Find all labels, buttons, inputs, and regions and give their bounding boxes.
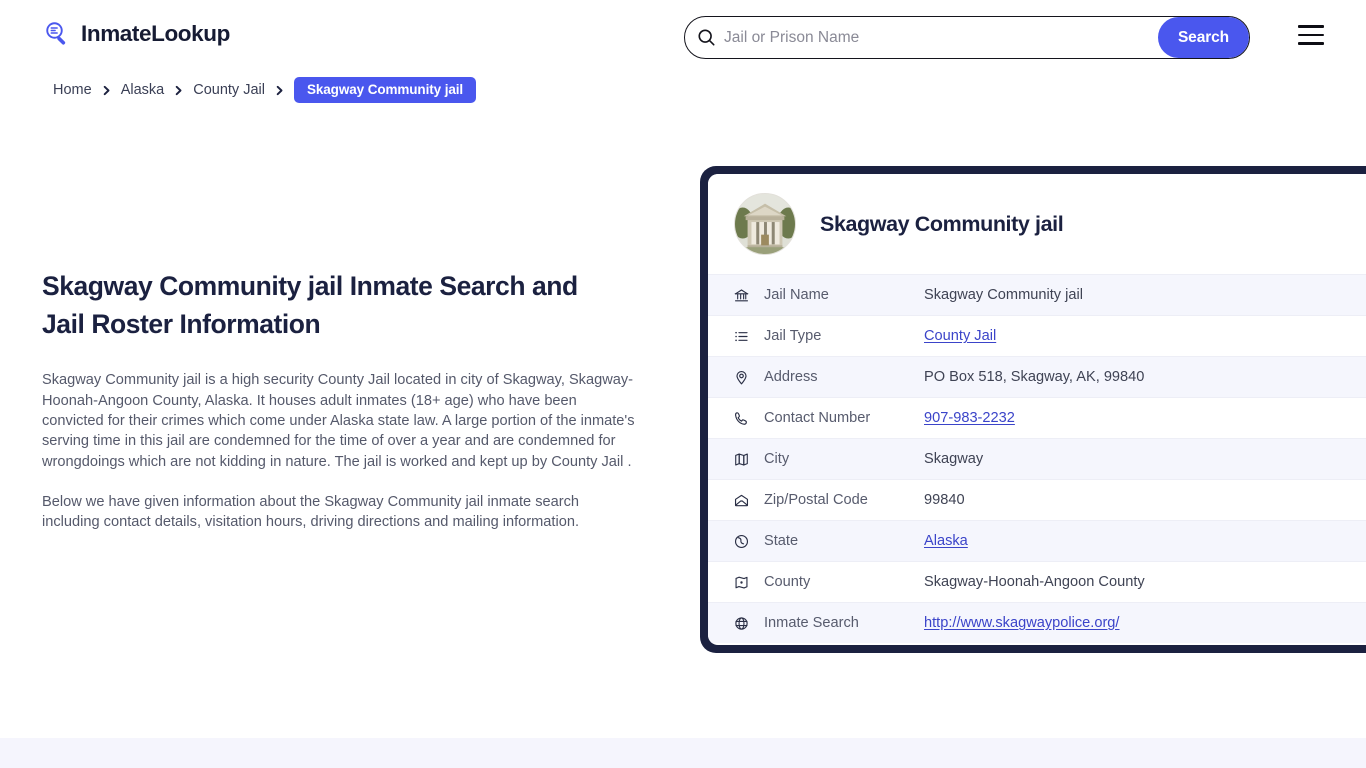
jail-details-table: Jail Name Skagway Community jail Jail Ty… [708,274,1366,643]
page-root: InmateLookup Search Home Alaska [0,0,1366,768]
intro-paragraph-1: Skagway Community jail is a high securit… [42,372,635,470]
table-row: Jail Name Skagway Community jail [708,274,1366,315]
jail-info-card-header: Skagway Community jail [708,174,1366,274]
row-label: Jail Type [764,328,822,344]
map-icon [732,450,751,469]
main-content-column: Skagway Community jail Inmate Search and… [42,268,642,533]
hamburger-bar [1298,25,1324,28]
brand-name: InmateLookup [81,21,230,46]
jail-name-title: Skagway Community jail [820,211,1064,236]
row-label: City [764,451,790,467]
table-row: Inmate Search http://www.skagwaypolice.o… [708,602,1366,643]
table-row: State Alaska [708,520,1366,561]
search-icon [697,28,716,47]
courthouse-building-photo [734,193,796,255]
phone-icon [732,409,751,428]
hamburger-bar [1298,42,1324,45]
page-title: Skagway Community jail Inmate Search and… [42,271,578,339]
breadcrumb: Home Alaska County Jail Skagway Communit… [53,77,477,103]
row-label: Contact Number [764,410,871,426]
search-input[interactable] [716,17,1158,58]
envelope-icon [732,491,751,510]
row-value-link[interactable]: Alaska [924,533,968,549]
row-value-link[interactable]: County Jail [924,328,996,344]
jail-info-card: Skagway Community jail Jail Name Skagway… [700,166,1366,653]
row-label: State [764,533,799,549]
breadcrumb-item-county-jail[interactable]: County Jail [193,82,265,98]
row-label: Zip/Postal Code [764,492,868,508]
row-value: 99840 [924,492,965,508]
search-button[interactable]: Search [1158,17,1249,58]
table-row: City Skagway [708,438,1366,479]
hamburger-menu-icon[interactable] [1298,25,1324,45]
row-value: Skagway-Hoonah-Angoon County [924,574,1145,590]
bank-icon [732,286,751,305]
breadcrumb-current-badge: Skagway Community jail [293,77,477,103]
globe-icon [732,532,751,551]
intro-paragraph-2: Below we have given information about th… [42,493,580,531]
table-row: County Skagway-Hoonah-Angoon County [708,561,1366,602]
chevron-right-icon [173,85,184,96]
row-label: Address [764,369,818,385]
footer-band [0,738,1366,768]
row-value-link[interactable]: 907-983-2232 [924,410,1015,426]
web-globe-icon [732,614,751,633]
row-value: Skagway [924,451,984,467]
row-value-link[interactable]: http://www.skagwaypolice.org/ [924,615,1119,631]
list-icon [732,327,751,346]
table-row: Zip/Postal Code 99840 [708,479,1366,520]
search-bar: Search [684,16,1250,59]
breadcrumb-item-alaska[interactable]: Alaska [121,82,165,98]
row-label: Inmate Search [764,615,859,631]
hamburger-bar [1298,33,1324,37]
chevron-right-icon [274,85,285,96]
map-pin-icon [732,368,751,387]
table-row: Address PO Box 518, Skagway, AK, 99840 [708,356,1366,397]
brand-logo-link[interactable]: InmateLookup [42,19,230,49]
row-label: County [764,574,811,590]
magnifier-list-icon [42,19,72,49]
row-value: Skagway Community jail [924,287,1083,303]
chevron-right-icon [101,85,112,96]
breadcrumb-item-home[interactable]: Home [53,82,92,98]
jail-info-card-inner: Skagway Community jail Jail Name Skagway… [708,174,1366,645]
county-map-icon [732,573,751,592]
row-value: PO Box 518, Skagway, AK, 99840 [924,369,1145,385]
table-row: Jail Type County Jail [708,315,1366,356]
table-row: Contact Number 907-983-2232 [708,397,1366,438]
row-label: Jail Name [764,287,829,303]
site-header: InmateLookup Search [0,0,1366,74]
